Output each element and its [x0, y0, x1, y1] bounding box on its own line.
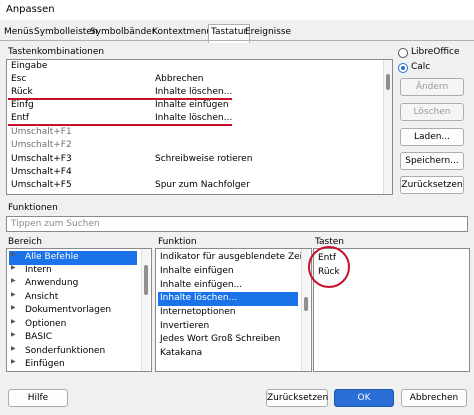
libreoffice-radio-label: LibreOffice: [411, 47, 460, 57]
shortcut-row[interactable]: Eingabe: [7, 60, 392, 74]
expand-arrow-icon[interactable]: ▶: [11, 264, 16, 271]
shortcut-key: Einfg: [11, 100, 34, 110]
annotation-underline: [8, 98, 232, 100]
tab-notebookbars[interactable]: Symbolbänder: [90, 27, 155, 37]
shortcut-list-scrollbar[interactable]: [383, 60, 392, 194]
list-item[interactable]: Invertieren: [156, 320, 311, 334]
list-item[interactable]: ▶ Ansicht: [7, 291, 151, 305]
list-item[interactable]: Jedes Wort Groß Schreiben: [156, 333, 311, 347]
tab-events[interactable]: Ereignisse: [245, 27, 291, 37]
shortcut-row[interactable]: Umschalt+F3 Schreibweise rotieren: [7, 153, 392, 167]
cancel-button[interactable]: Abbrechen: [401, 389, 467, 407]
scrollbar-thumb[interactable]: [144, 265, 148, 295]
list-item[interactable]: ▶ BASIC: [7, 331, 151, 345]
shortcut-command: Abbrechen: [155, 74, 204, 84]
list-item-selected[interactable]: Inhalte löschen...: [158, 292, 298, 306]
modify-button[interactable]: Ändern: [400, 78, 464, 96]
delete-button[interactable]: Löschen: [400, 103, 464, 121]
help-button[interactable]: Hilfe: [8, 389, 68, 407]
window-title: Anpassen: [6, 4, 55, 15]
shortcut-key: Umschalt+F5: [11, 180, 72, 190]
list-item[interactable]: ▶ Sonderfunktionen: [7, 345, 151, 359]
list-item[interactable]: ▶ Intern: [7, 264, 151, 278]
function-list[interactable]: Indikator für ausgeblendete Zeilen/ Inha…: [155, 248, 312, 372]
save-button[interactable]: Speichern...: [400, 152, 464, 170]
shortcut-row[interactable]: Einfg Inhalte einfügen: [7, 99, 392, 113]
list-item[interactable]: Inhalte einfügen: [156, 265, 311, 279]
shortcut-row[interactable]: Umschalt+F4: [7, 166, 392, 180]
shortcuts-label: Tastenkombinationen: [8, 47, 105, 57]
scrollbar-thumb[interactable]: [386, 74, 390, 90]
shortcut-row[interactable]: Esc Abbrechen: [7, 73, 392, 87]
shortcut-key: Umschalt+F3: [11, 154, 72, 164]
list-item[interactable]: ▶ Dokumentvorlagen: [7, 304, 151, 318]
shortcut-key: Umschalt+F2: [11, 140, 72, 150]
list-item[interactable]: Indikator für ausgeblendete Zeilen/: [156, 251, 311, 265]
list-item[interactable]: Katakana: [156, 347, 311, 361]
shortcut-command: Inhalte löschen...: [155, 87, 233, 97]
shortcut-command: Schreibweise rotieren: [155, 154, 253, 164]
shortcut-row[interactable]: Umschalt+F1: [7, 126, 392, 140]
shortcut-row[interactable]: Umschalt+F5 Spur zum Nachfolger: [7, 179, 392, 193]
libreoffice-radio[interactable]: [398, 48, 408, 58]
reset-shortcuts-button[interactable]: Zurücksetzen: [400, 176, 464, 194]
calc-radio-label: Calc: [411, 62, 431, 72]
shortcut-row[interactable]: Umschalt+F2: [7, 139, 392, 153]
tab-toolbars[interactable]: Symbolleisten: [34, 27, 98, 37]
shortcut-command: Spur zum Nachfolger: [155, 180, 250, 190]
expand-arrow-icon[interactable]: ▶: [11, 304, 16, 311]
calc-radio[interactable]: [398, 63, 408, 73]
shortcut-command: Inhalte löschen...: [155, 113, 233, 123]
list-item[interactable]: ▶ Anwendung: [7, 277, 151, 291]
annotation-circle: [308, 246, 350, 288]
function-label: Funktion: [158, 237, 197, 247]
title-bar: Anpassen: [0, 0, 474, 20]
shortcut-key: Rück: [11, 87, 33, 97]
expand-arrow-icon[interactable]: ▶: [11, 358, 16, 365]
scrollbar-thumb[interactable]: [304, 297, 308, 311]
shortcut-key: Esc: [11, 74, 27, 84]
category-list-scrollbar[interactable]: [141, 249, 150, 371]
tab-divider: [0, 40, 474, 41]
shortcut-key: Umschalt+F1: [11, 127, 72, 137]
ok-button[interactable]: OK: [334, 389, 394, 407]
expand-arrow-icon[interactable]: ▶: [11, 345, 16, 352]
list-item[interactable]: ▶ Einfügen: [7, 358, 151, 371]
expand-arrow-icon[interactable]: ▶: [11, 251, 16, 258]
function-search-input[interactable]: [6, 216, 468, 232]
functions-label: Funktionen: [8, 203, 58, 213]
expand-arrow-icon[interactable]: ▶: [11, 318, 16, 325]
list-item[interactable]: Inhalte einfügen...: [156, 279, 311, 293]
load-button[interactable]: Laden...: [400, 128, 464, 146]
shortcut-list[interactable]: Eingabe Esc Abbrechen Rück Inhalte löschen…: [6, 59, 393, 195]
category-list[interactable]: ▶ Alle Befehle ▶ Intern ▶ Anwendung ▶ Ansich…: [6, 248, 152, 372]
shortcut-key: Eingabe: [11, 61, 48, 71]
reset-button[interactable]: Zurücksetzen: [266, 389, 328, 407]
annotation-underline: [8, 124, 232, 126]
list-item[interactable]: ▶ Optionen: [7, 318, 151, 332]
tab-menus[interactable]: Menüs: [4, 27, 33, 37]
shortcut-key: Umschalt+F4: [11, 167, 72, 177]
shortcut-key: Entf: [11, 113, 30, 123]
expand-arrow-icon[interactable]: ▶: [11, 277, 16, 284]
expand-arrow-icon[interactable]: ▶: [11, 291, 16, 298]
category-label: Bereich: [8, 237, 42, 247]
tab-bar: Menüs Symbolleisten Symbolbänder Kontext…: [0, 24, 474, 43]
list-item[interactable]: ▶ Alle Befehle: [9, 251, 137, 265]
list-item[interactable]: Internetoptionen: [156, 306, 311, 320]
shortcut-command: Inhalte einfügen: [155, 100, 229, 110]
expand-arrow-icon[interactable]: ▶: [11, 331, 16, 338]
